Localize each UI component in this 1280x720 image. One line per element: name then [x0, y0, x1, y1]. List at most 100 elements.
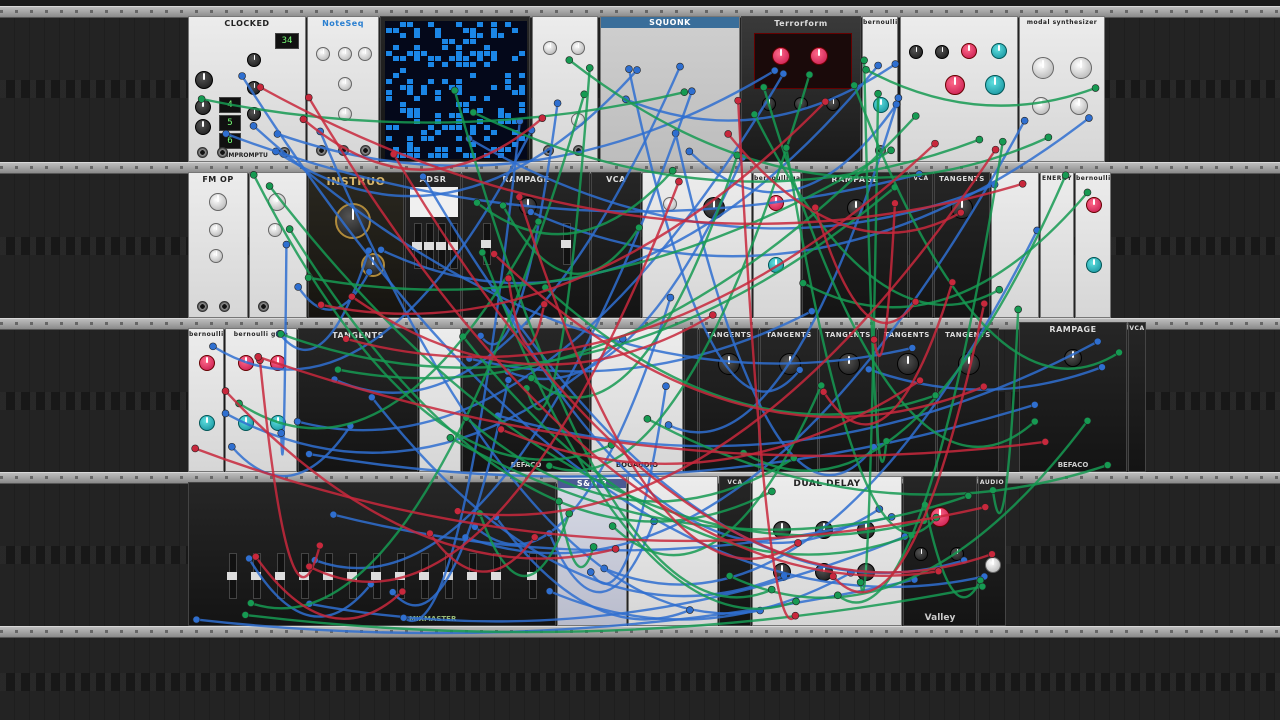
grid-cell[interactable]: [519, 73, 525, 79]
knob[interactable]: [1086, 197, 1102, 213]
grid-cell[interactable]: [428, 124, 434, 130]
grid-cell[interactable]: [470, 153, 476, 159]
bernoulli-gate-module[interactable]: bernoulli gate: [753, 172, 801, 318]
knob[interactable]: [519, 197, 537, 215]
grid-cell[interactable]: [414, 96, 420, 102]
jack[interactable]: [338, 145, 349, 156]
grid-cell[interactable]: [512, 141, 518, 147]
grid-cell[interactable]: [463, 39, 469, 45]
squonk-module[interactable]: SQUONK: [600, 16, 740, 162]
cutoff-knob[interactable]: [897, 353, 919, 375]
grid-cell[interactable]: [414, 33, 420, 39]
grid-cell[interactable]: [407, 113, 413, 119]
grid-cell[interactable]: [386, 90, 392, 96]
grid-cell[interactable]: [491, 27, 497, 33]
clocked-module[interactable]: CLOCKED 34 4 5 6 IMPROMPTU: [188, 16, 306, 162]
grid-cell[interactable]: [442, 39, 448, 45]
grid-cell[interactable]: [449, 39, 455, 45]
grid-cell[interactable]: [456, 90, 462, 96]
grid-cell[interactable]: [442, 44, 448, 50]
grid-cell[interactable]: [435, 118, 441, 124]
channel-fader[interactable]: [323, 553, 333, 599]
grid-cell[interactable]: [505, 118, 511, 124]
probability-knob[interactable]: [873, 97, 889, 113]
sequencer-module[interactable]: [532, 16, 598, 162]
grid-cell[interactable]: [400, 101, 406, 107]
grid-cell[interactable]: [512, 56, 518, 62]
grid-cell[interactable]: [470, 33, 476, 39]
master-knob[interactable]: [195, 71, 213, 89]
tangents-module[interactable]: TANGENTS: [937, 328, 999, 472]
grid-cell[interactable]: [400, 33, 406, 39]
bernoulli-gate-module[interactable]: bernoulli gate: [188, 328, 224, 472]
swing-knob[interactable]: [247, 53, 261, 67]
grid-cell[interactable]: [407, 84, 413, 90]
grid-cell[interactable]: [414, 153, 420, 159]
grid-display[interactable]: [385, 21, 527, 159]
knob[interactable]: [810, 47, 828, 65]
knob[interactable]: [1032, 97, 1050, 115]
knob[interactable]: [768, 257, 784, 273]
grid-cell[interactable]: [470, 73, 476, 79]
grid-cell[interactable]: [407, 141, 413, 147]
grid-cell[interactable]: [442, 147, 448, 153]
grid-cell[interactable]: [435, 96, 441, 102]
grid-cell[interactable]: [414, 118, 420, 124]
knob[interactable]: [316, 47, 330, 61]
grid-cell[interactable]: [393, 44, 399, 50]
grid-cell[interactable]: [393, 73, 399, 79]
knob[interactable]: [773, 563, 791, 581]
grid-cell[interactable]: [491, 50, 497, 56]
knob[interactable]: [935, 45, 949, 59]
knob[interactable]: [358, 47, 372, 61]
frequency-knob[interactable]: [335, 203, 371, 239]
jack[interactable]: [219, 301, 230, 312]
knob[interactable]: [768, 195, 784, 211]
grid-cell[interactable]: [491, 84, 497, 90]
grid-cell[interactable]: [456, 44, 462, 50]
audio-module[interactable]: AUDIO: [978, 476, 1006, 626]
swing-knob[interactable]: [247, 81, 261, 95]
knob[interactable]: [338, 77, 352, 91]
grid-cell[interactable]: [491, 22, 497, 27]
grid-cell[interactable]: [442, 79, 448, 84]
channel-fader[interactable]: [419, 553, 429, 599]
grid-cell[interactable]: [519, 101, 525, 107]
grid-cell[interactable]: [386, 124, 392, 130]
utility-module[interactable]: [642, 172, 752, 318]
grid-cell[interactable]: [428, 79, 434, 84]
channel-fader[interactable]: [299, 553, 309, 599]
grid-cell[interactable]: [435, 147, 441, 153]
grid-cell[interactable]: [505, 79, 511, 84]
cutoff-knob[interactable]: [958, 353, 980, 375]
knob[interactable]: [238, 415, 254, 431]
jack[interactable]: [573, 145, 584, 156]
jack[interactable]: [875, 145, 886, 156]
grid-cell[interactable]: [505, 84, 511, 90]
knob[interactable]: [270, 355, 286, 371]
grid-cell[interactable]: [435, 27, 441, 33]
tangents-module[interactable]: TANGENTS: [699, 328, 759, 472]
knob[interactable]: [961, 43, 977, 59]
grid-cell[interactable]: [519, 84, 525, 90]
grid-cell[interactable]: [505, 22, 511, 27]
grid-cell[interactable]: [414, 147, 420, 153]
grid-cell[interactable]: [442, 124, 448, 130]
grid-cell[interactable]: [498, 113, 504, 119]
grid-cell[interactable]: [442, 153, 448, 159]
grid-cell[interactable]: [463, 61, 469, 67]
grid-cell[interactable]: [484, 136, 490, 141]
knob[interactable]: [930, 507, 950, 527]
grid-cell[interactable]: [470, 61, 476, 67]
cutoff-knob[interactable]: [779, 353, 801, 375]
grid-cell[interactable]: [428, 153, 434, 159]
knob[interactable]: [199, 415, 215, 431]
grid-cell[interactable]: [470, 50, 476, 56]
decay-slider[interactable]: [424, 223, 434, 269]
grid-cell[interactable]: [414, 56, 420, 62]
grid-sequencer-module[interactable]: [380, 16, 530, 162]
knob[interactable]: [268, 193, 286, 211]
jack[interactable]: [197, 301, 208, 312]
channel-fader[interactable]: [227, 553, 237, 599]
grid-cell[interactable]: [428, 56, 434, 62]
